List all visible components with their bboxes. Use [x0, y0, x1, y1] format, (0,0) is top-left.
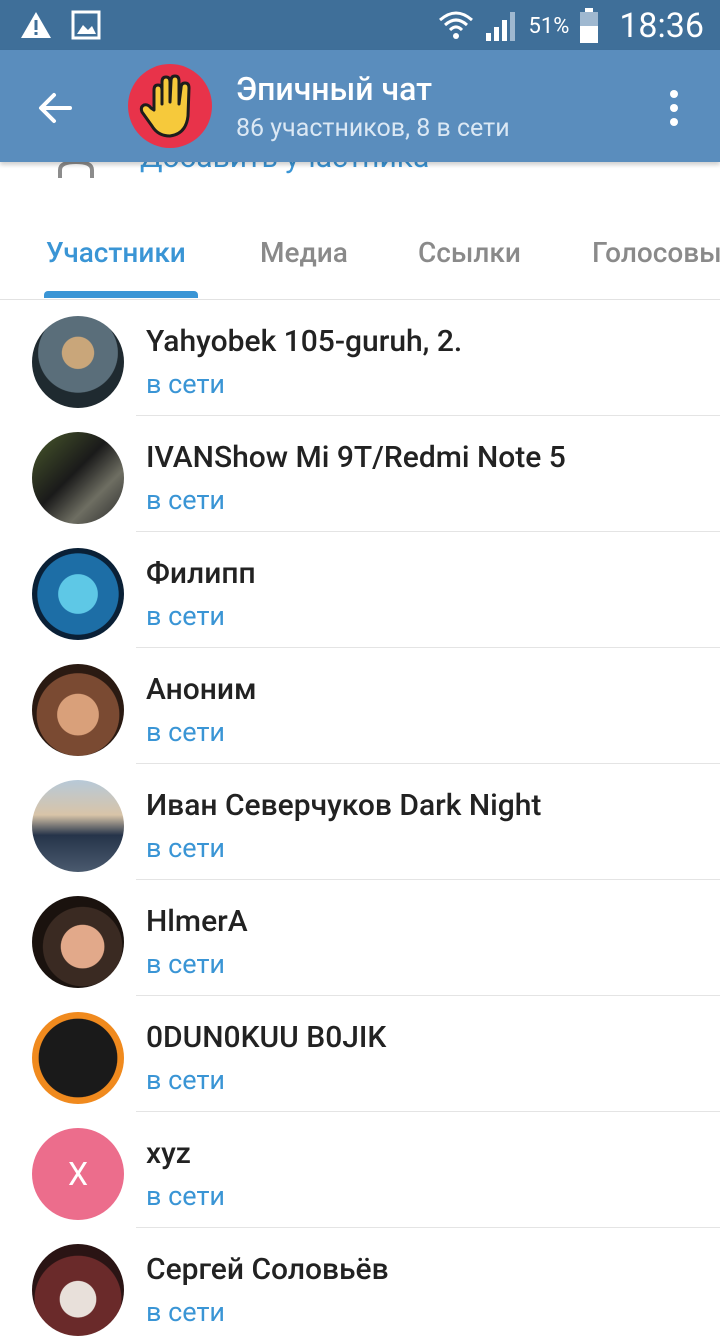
member-row[interactable]: Yahyobek 105-guruh, 2. в сети	[0, 300, 720, 416]
warning-icon	[21, 12, 51, 38]
avatar	[32, 896, 124, 988]
hand-icon	[139, 74, 191, 138]
member-row[interactable]: Филипп в сети	[0, 532, 720, 648]
more-options-icon[interactable]	[666, 88, 682, 128]
tab-media[interactable]: Медиа	[260, 236, 348, 269]
app-bar: Эпичный чат 86 участников, 8 в сети	[0, 50, 720, 162]
image-icon	[71, 10, 101, 40]
avatar: X	[32, 1128, 124, 1220]
member-row[interactable]: X xyz в сети	[0, 1112, 720, 1228]
member-name: Сергей Соловьёв	[146, 1252, 389, 1287]
chat-avatar[interactable]	[128, 64, 212, 148]
member-row[interactable]: Аноним в сети	[0, 648, 720, 764]
member-status: в сети	[146, 1296, 226, 1328]
tab-indicator	[44, 291, 198, 298]
member-status: в сети	[146, 368, 226, 400]
avatar-letter: X	[67, 1155, 89, 1193]
member-name: Аноним	[146, 672, 257, 707]
member-name: Yahyobek 105-guruh, 2.	[146, 324, 463, 359]
avatar	[32, 548, 124, 640]
member-status: в сети	[146, 948, 226, 980]
member-name: xyz	[146, 1136, 191, 1171]
avatar	[32, 780, 124, 872]
signal-icon	[486, 12, 516, 41]
member-name: Иван Северчуков Dark Night	[146, 788, 542, 823]
member-status: в сети	[146, 484, 226, 516]
member-status: в сети	[146, 600, 226, 632]
member-status: в сети	[146, 1064, 226, 1096]
member-name: IVANShow Mi 9T/Redmi Note 5	[146, 440, 566, 475]
avatar	[32, 664, 124, 756]
tab-bar: Участники Медиа Ссылки Голосовые	[0, 222, 720, 300]
member-list: Yahyobek 105-guruh, 2. в сети IVANShow M…	[0, 300, 720, 1344]
member-name: HlmerA	[146, 904, 248, 939]
member-row[interactable]: 0DUN0KUU B0JIK в сети	[0, 996, 720, 1112]
member-name: 0DUN0KUU B0JIK	[146, 1020, 387, 1055]
tab-links[interactable]: Ссылки	[418, 236, 521, 269]
clock: 18:36	[619, 6, 704, 46]
chat-title: Эпичный чат	[236, 70, 432, 108]
member-name: Филипп	[146, 556, 256, 591]
member-status: в сети	[146, 1180, 226, 1212]
member-row[interactable]: HlmerA в сети	[0, 880, 720, 996]
avatar	[32, 1244, 124, 1336]
member-row[interactable]: Иван Северчуков Dark Night в сети	[0, 764, 720, 880]
member-status: в сети	[146, 716, 226, 748]
avatar	[32, 1012, 124, 1104]
back-arrow-icon[interactable]	[34, 88, 74, 128]
member-row[interactable]: Сергей Соловьёв в сети	[0, 1228, 720, 1344]
battery-percent: 51%	[528, 13, 570, 39]
avatar	[32, 316, 124, 408]
member-status: в сети	[146, 832, 226, 864]
status-bar: 51% 18:36	[0, 0, 720, 50]
tab-members[interactable]: Участники	[46, 236, 186, 269]
chat-subtitle: 86 участников, 8 в сети	[236, 114, 510, 143]
battery-icon	[580, 8, 599, 43]
member-row[interactable]: IVANShow Mi 9T/Redmi Note 5 в сети	[0, 416, 720, 532]
avatar	[32, 432, 124, 524]
tab-voice[interactable]: Голосовые	[592, 236, 720, 269]
wifi-icon	[439, 11, 474, 39]
